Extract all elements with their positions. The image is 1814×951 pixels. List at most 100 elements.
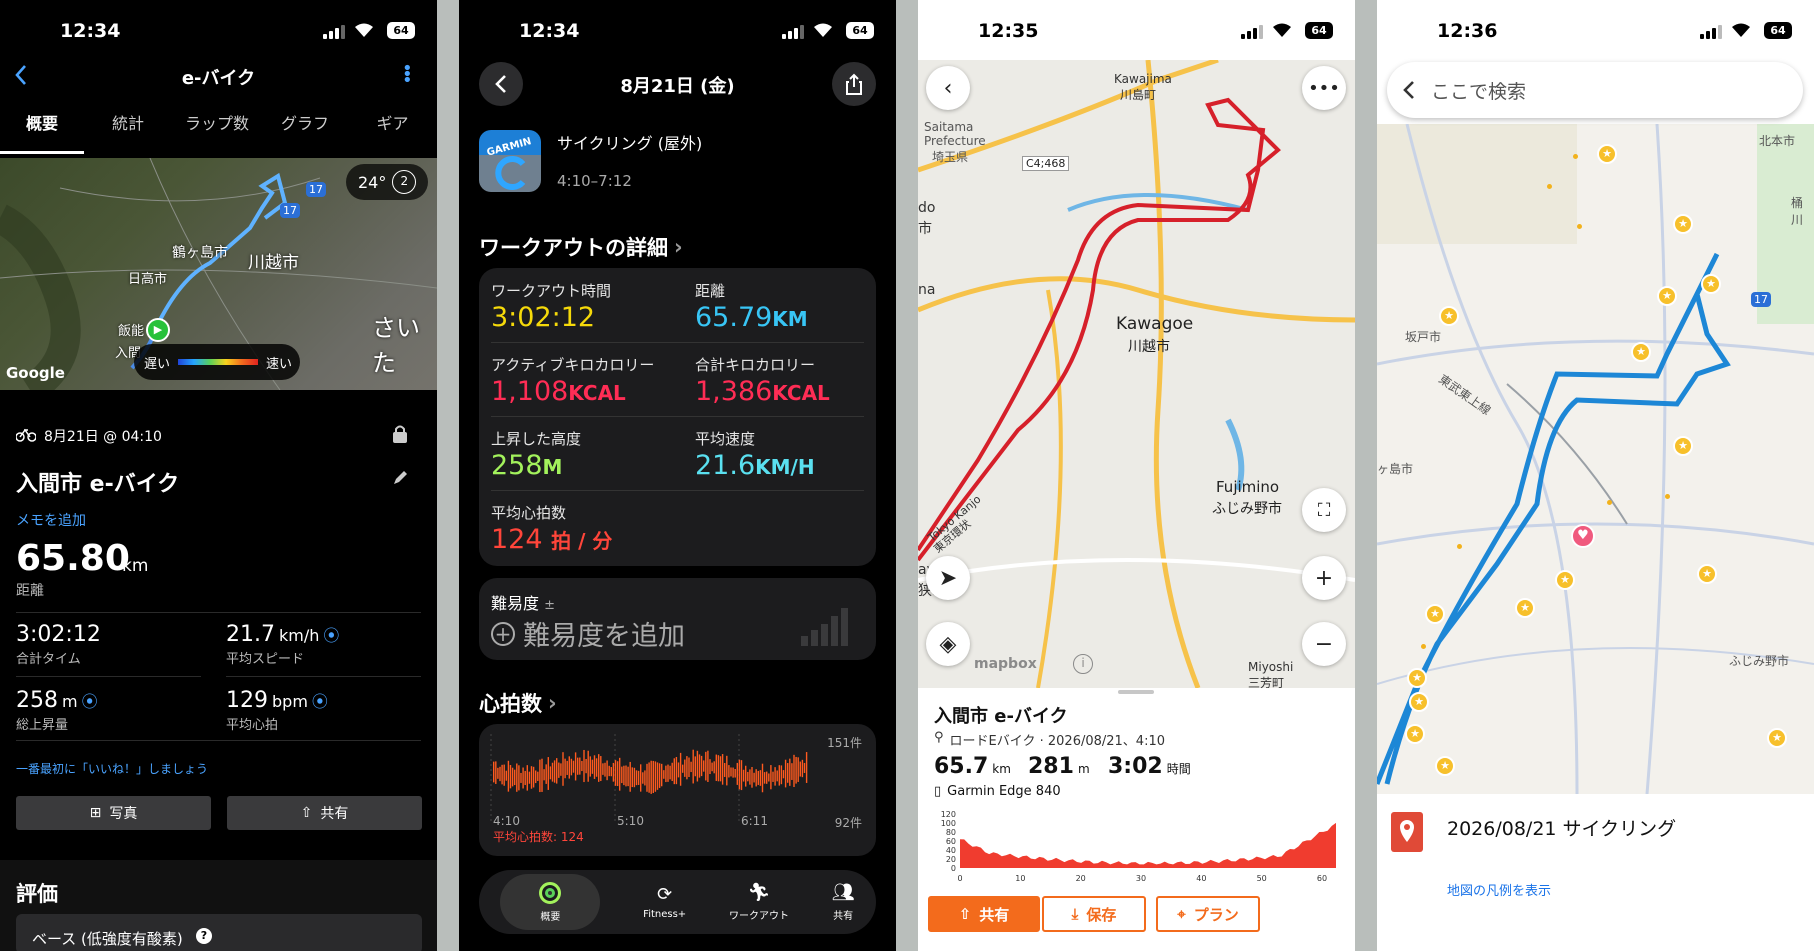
tab-summary[interactable]: 概要 bbox=[500, 874, 601, 930]
back-button[interactable]: ‹ bbox=[926, 66, 970, 110]
zoom-in-button[interactable]: + bbox=[1302, 556, 1346, 600]
hr-bar bbox=[719, 756, 722, 782]
elevation-unit: m bbox=[1077, 762, 1090, 776]
plan-button[interactable]: ⌖ プラン bbox=[1156, 896, 1260, 932]
tab-fitness-plus[interactable]: ⟳ Fitness+ bbox=[643, 884, 686, 920]
hr-min: 92件 bbox=[834, 816, 862, 830]
rating-card[interactable]: ベース (低強度有酸素) ? bbox=[16, 914, 422, 951]
saved-place-star-icon[interactable]: ★ bbox=[1515, 598, 1535, 618]
legend-link[interactable]: 地図の凡例を表示 bbox=[1447, 880, 1551, 899]
saved-place-star-icon[interactable]: ★ bbox=[1405, 724, 1425, 744]
metric-unit: KCAL bbox=[772, 381, 830, 405]
tab-graph[interactable]: グラフ bbox=[262, 110, 348, 154]
saved-place-star-icon[interactable]: ★ bbox=[1435, 756, 1455, 776]
status-bar: 12:34 64 bbox=[0, 0, 437, 58]
route-map[interactable]: 24° 2 17 17 鶴ヶ島市 川越市 日高市 飯能 入間 さいた ▶ 遅い … bbox=[0, 158, 437, 390]
map-label: Fujimino bbox=[1216, 478, 1280, 496]
elev-x-tick: 40 bbox=[1196, 874, 1206, 883]
tab-gear[interactable]: ギア bbox=[348, 110, 437, 154]
hr-bar bbox=[640, 764, 642, 792]
hr-bar bbox=[509, 764, 512, 789]
share-button[interactable] bbox=[832, 62, 876, 106]
hr-bar bbox=[692, 749, 694, 784]
saved-place-star-icon[interactable]: ★ bbox=[1767, 728, 1787, 748]
sheet-handle[interactable] bbox=[1118, 690, 1154, 694]
saved-place-star-icon[interactable]: ★ bbox=[1673, 214, 1693, 234]
saved-place-star-icon[interactable]: ★ bbox=[1631, 342, 1651, 362]
lock-icon[interactable] bbox=[392, 424, 408, 444]
heart-rate-title: 心拍数 bbox=[479, 692, 542, 716]
chart-icon[interactable]: ⦿ bbox=[312, 688, 328, 712]
page-title: e-バイク bbox=[181, 68, 256, 89]
chart-icon[interactable]: ⦿ bbox=[323, 622, 339, 646]
share-button[interactable]: ⇧ 共有 bbox=[928, 896, 1040, 932]
tab-bar: 概要 ⟳ Fitness+ 🏃︎ ワークアウト 👥︎ 共有 bbox=[479, 870, 876, 934]
activity-name: 入間市 e-バイク bbox=[934, 706, 1068, 727]
hr-bar bbox=[711, 762, 713, 772]
layers-button[interactable]: ◈ bbox=[926, 622, 970, 666]
chart-icon[interactable]: ⦿ bbox=[82, 688, 98, 712]
google-maps-screen: 12:36 64 北本市 桶川 坂戸市 東武東上線 ヶ島市 ふじみ野市 17 ★… bbox=[1377, 0, 1814, 951]
metric-label: 平均速度 bbox=[695, 430, 756, 448]
share-button[interactable]: ⇧ 共有 bbox=[227, 796, 422, 830]
heart-rate-header[interactable]: 心拍数 › bbox=[479, 688, 557, 718]
hr-bar bbox=[574, 752, 577, 781]
saved-place-star-icon[interactable]: ★ bbox=[1439, 306, 1459, 326]
strava-screen: 12:35 64 Kawajima 川島町 Saitama Prefecture… bbox=[918, 0, 1355, 951]
saved-place-star-icon[interactable]: ★ bbox=[1597, 144, 1617, 164]
fullscreen-button[interactable]: ⛶ bbox=[1302, 488, 1346, 532]
map-label: 埼玉県 bbox=[932, 150, 969, 164]
google-logo: Google bbox=[6, 364, 65, 382]
favorite-heart-icon[interactable]: ♥ bbox=[1571, 524, 1595, 548]
poi-dot bbox=[1421, 644, 1426, 649]
hr-bar bbox=[673, 758, 675, 785]
metric-unit: KM/H bbox=[755, 455, 815, 479]
saved-place-star-icon[interactable]: ★ bbox=[1425, 604, 1445, 624]
tab-sharing[interactable]: 👥︎ 共有 bbox=[832, 882, 855, 922]
search-input[interactable]: ここで検索 bbox=[1431, 77, 1526, 104]
map-label: Miyoshi bbox=[1248, 660, 1294, 674]
workout-details-header[interactable]: ワークアウトの詳細 › bbox=[479, 232, 683, 262]
tab-workout[interactable]: 🏃︎ ワークアウト bbox=[729, 882, 789, 922]
saved-place-star-icon[interactable]: ★ bbox=[1657, 286, 1677, 306]
route-map[interactable]: Kawajima 川島町 Saitama Prefecture 埼玉県 C4;4… bbox=[918, 60, 1355, 690]
add-difficulty[interactable]: + 難易度を追加 bbox=[491, 614, 685, 653]
heart-rate-card[interactable]: 151件 92件 4:10 5:10 6:11 平均心拍数: 124 bbox=[479, 724, 876, 856]
saved-place-star-icon[interactable]: ★ bbox=[1409, 692, 1429, 712]
total-time-value: 3:02:12 bbox=[16, 622, 101, 647]
saved-place-star-icon[interactable]: ★ bbox=[1555, 570, 1575, 590]
saved-place-star-icon[interactable]: ★ bbox=[1697, 564, 1717, 584]
difficulty-card[interactable]: 難易度 ± + 難易度を追加 bbox=[479, 578, 876, 660]
search-bar[interactable]: ここで検索 bbox=[1387, 62, 1803, 118]
apple-fitness-screen: 12:34 64 8月21日 (金) GARMIN サイクリング (屋外) 4:… bbox=[459, 0, 896, 951]
edit-icon[interactable] bbox=[392, 470, 408, 486]
help-icon[interactable]: ? bbox=[196, 928, 212, 944]
fullscreen-icon: ⛶ bbox=[1317, 499, 1331, 521]
device-info: ▯ Garmin Edge 840 bbox=[934, 784, 1061, 799]
tab-stats[interactable]: 統計 bbox=[84, 110, 172, 154]
elev-y-tick: 80 bbox=[946, 828, 956, 837]
saved-place-star-icon[interactable]: ★ bbox=[1701, 274, 1721, 294]
save-button[interactable]: ⤓ 保存 bbox=[1042, 896, 1146, 932]
more-icon[interactable]: • • • bbox=[402, 60, 413, 90]
hr-bar bbox=[549, 766, 552, 780]
route-map[interactable]: 北本市 桶川 坂戸市 東武東上線 ヶ島市 ふじみ野市 17 ★ ★ ★ ★ ★ … bbox=[1377, 124, 1814, 794]
more-button[interactable]: ••• bbox=[1302, 66, 1346, 110]
info-icon[interactable]: i bbox=[1073, 654, 1093, 674]
hr-bar bbox=[560, 763, 562, 776]
hr-bar bbox=[627, 766, 629, 787]
like-prompt[interactable]: 一番最初に「いいね！」しましょう bbox=[16, 760, 208, 777]
distance-unit: km bbox=[992, 762, 1011, 776]
back-icon[interactable] bbox=[1403, 80, 1415, 100]
hr-bar bbox=[795, 756, 797, 784]
hr-bar bbox=[751, 766, 753, 788]
tab-laps[interactable]: ラップ数 bbox=[172, 110, 262, 154]
tab-overview[interactable]: 概要 bbox=[0, 110, 84, 154]
photo-button[interactable]: ⊞ 写真 bbox=[16, 796, 211, 830]
add-memo-link[interactable]: メモを追加 bbox=[16, 510, 86, 530]
saved-place-star-icon[interactable]: ★ bbox=[1407, 668, 1427, 688]
locate-button[interactable]: ➤ bbox=[926, 556, 970, 600]
saved-place-star-icon[interactable]: ★ bbox=[1673, 436, 1693, 456]
hr-bar bbox=[728, 765, 730, 778]
zoom-out-button[interactable]: − bbox=[1302, 622, 1346, 666]
